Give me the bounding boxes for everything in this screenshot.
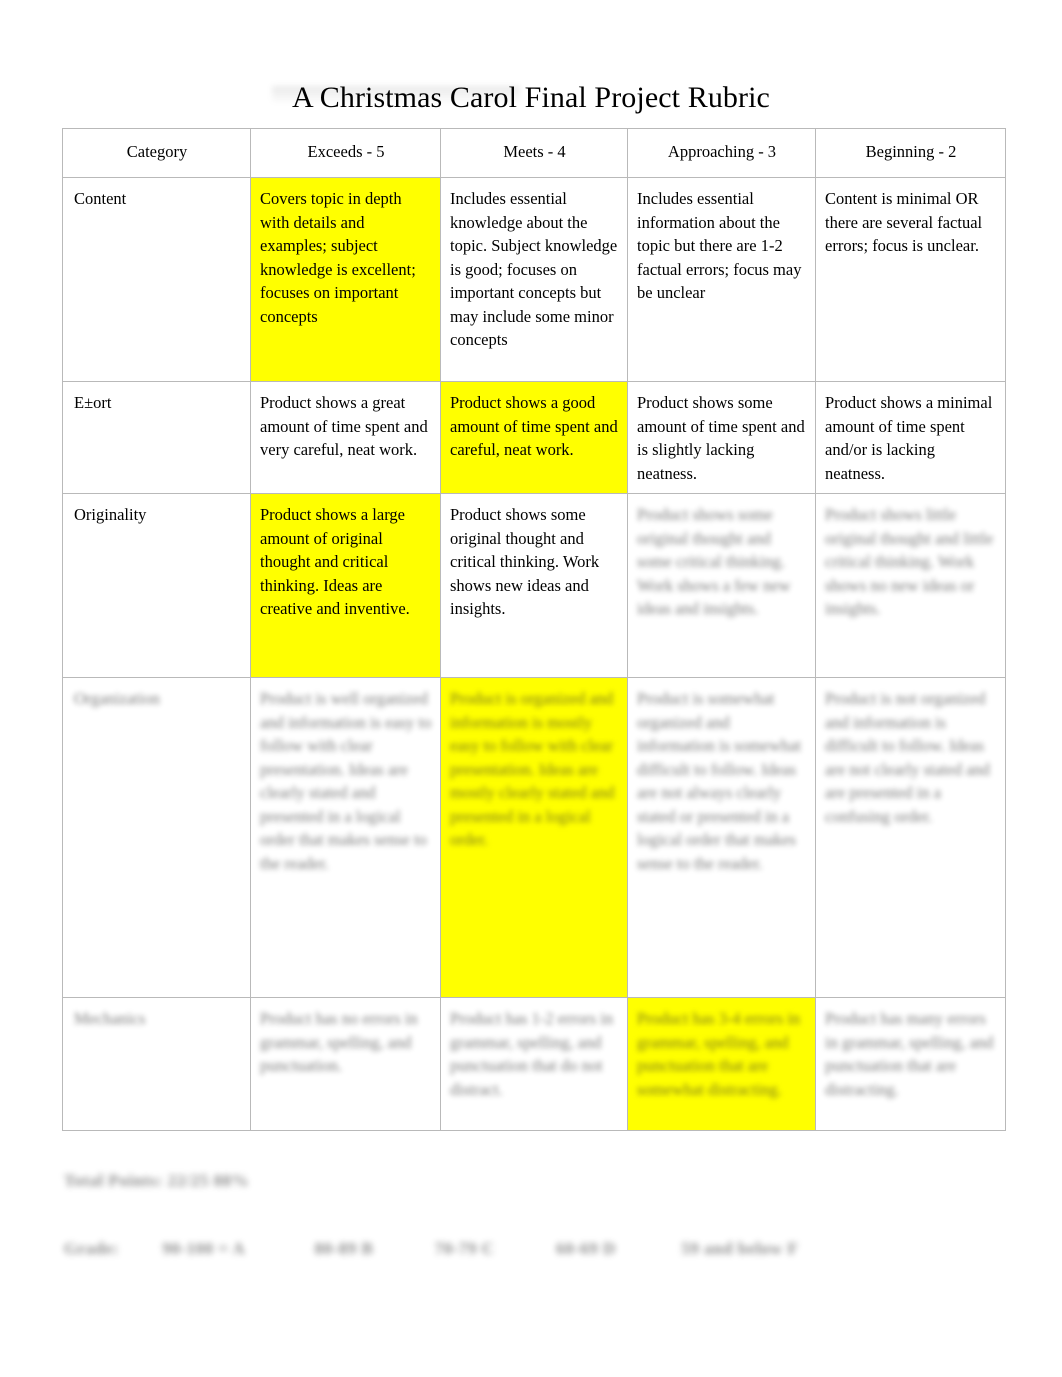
table-row: Mechanics Product has no errors in gramm…: [62, 997, 1006, 1131]
cell-category-originality: Originality: [62, 493, 251, 678]
cell-category-content: Content: [62, 177, 251, 382]
table-header-row: Category Exceeds - 5 Meets - 4 Approachi…: [62, 128, 1006, 178]
total-points-value: 22/25: [167, 1171, 209, 1190]
table-row: Originality Product shows a large amount…: [62, 493, 1006, 678]
grade-scale-d: 60-69 D: [556, 1239, 616, 1258]
cell-mechanics-exceeds: Product has no errors in grammar, spelli…: [250, 997, 441, 1131]
cell-mechanics-beginning: Product has many errors in grammar, spel…: [815, 997, 1006, 1131]
cell-effort-beginning: Product shows a minimal amount of time s…: [815, 381, 1006, 494]
cell-content-beginning: Content is minimal OR there are several …: [815, 177, 1006, 382]
cell-content-exceeds: Covers topic in depth with details and e…: [250, 177, 441, 382]
column-header-approaching: Approaching - 3: [627, 128, 816, 178]
category-label: E±ort: [74, 393, 112, 412]
category-label: Mechanics: [74, 1009, 146, 1028]
category-label: Originality: [74, 505, 147, 524]
cell-organization-beginning: Product is not organized and information…: [815, 677, 1006, 998]
grade-label: Grade:: [64, 1239, 119, 1258]
column-header-category: Category: [62, 128, 251, 178]
total-points-line: Total Points: 22/25 88%: [64, 1170, 249, 1192]
category-label: Content: [74, 189, 127, 208]
cell-content-approaching: Includes essential information about the…: [627, 177, 816, 382]
cell-effort-exceeds: Product shows a great amount of time spe…: [250, 381, 441, 494]
cell-originality-beginning: Product shows little original thought an…: [815, 493, 1006, 678]
cell-content-meets: Includes essential knowledge about the t…: [440, 177, 628, 382]
grade-scale-a: 90-100 = A: [162, 1239, 246, 1258]
table-row: Content Covers topic in depth with detai…: [62, 177, 1006, 382]
cell-category-organization: Organization: [62, 677, 251, 998]
cell-originality-exceeds: Product shows a large amount of original…: [250, 493, 441, 678]
cell-organization-exceeds: Product is well organized and informatio…: [250, 677, 441, 998]
cell-organization-meets: Product is organized and information is …: [440, 677, 628, 998]
cell-organization-approaching: Product is somewhat organized and inform…: [627, 677, 816, 998]
total-points-percent: 88%: [213, 1171, 250, 1190]
rubric-table: Category Exceeds - 5 Meets - 4 Approachi…: [62, 128, 1006, 1131]
cell-effort-approaching: Product shows some amount of time spent …: [627, 381, 816, 494]
cell-effort-meets: Product shows a good amount of time spen…: [440, 381, 628, 494]
grade-scale-line: Grade: 90-100 = A 80-89 B 70-79 C 60-69 …: [64, 1238, 798, 1260]
category-label: Organization: [74, 689, 160, 708]
cell-category-mechanics: Mechanics: [62, 997, 251, 1131]
column-header-beginning: Beginning - 2: [815, 128, 1006, 178]
cell-category-effort: E±ort: [62, 381, 251, 494]
grade-scale-c: 70-79 C: [434, 1239, 495, 1258]
cell-mechanics-approaching: Product has 3-4 errors in grammar, spell…: [627, 997, 816, 1131]
column-header-meets: Meets - 4: [440, 128, 628, 178]
cell-originality-approaching: Product shows some original thought and …: [627, 493, 816, 678]
cell-mechanics-meets: Product has 1-2 errors in grammar, spell…: [440, 997, 628, 1131]
document-page: A Christmas Carol Final Project Rubric C…: [0, 0, 1062, 1377]
cell-originality-meets: Product shows some original thought and …: [440, 493, 628, 678]
table-row: E±ort Product shows a great amount of ti…: [62, 381, 1006, 494]
column-header-exceeds: Exceeds - 5: [250, 128, 441, 178]
grade-scale-f: 59 and below F: [681, 1239, 799, 1258]
grade-scale-b: 80-89 B: [314, 1239, 374, 1258]
table-row: Organization Product is well organized a…: [62, 677, 1006, 998]
total-points-label: Total Points:: [64, 1171, 163, 1190]
page-title: A Christmas Carol Final Project Rubric: [292, 81, 770, 115]
